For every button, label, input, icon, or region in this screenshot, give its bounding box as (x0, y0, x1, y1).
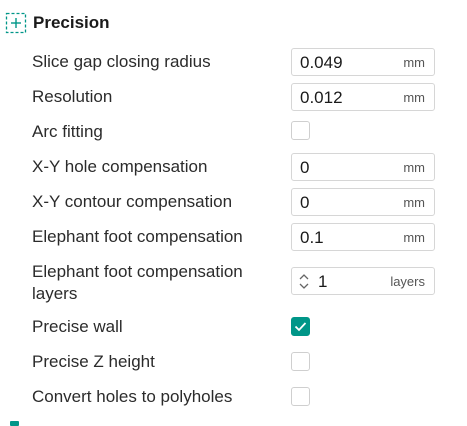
field-unit: layers (390, 274, 425, 289)
setting-label: X-Y contour compensation (32, 192, 233, 211)
setting-label: Precise Z height (32, 352, 155, 371)
arc-fitting-checkbox[interactable] (291, 121, 310, 140)
checkmark-icon (294, 322, 307, 332)
field-value: 0 (300, 158, 310, 177)
section-title: Precision (33, 13, 110, 32)
field-unit: mm (403, 230, 425, 245)
convert-holes-to-polyholes-checkbox[interactable] (291, 387, 310, 406)
field-value: 0.1 (300, 228, 324, 247)
precision-section-header: Precision (0, 0, 467, 46)
field-unit: mm (403, 160, 425, 175)
elephant-foot-layers-stepper[interactable]: 1 layers (291, 267, 435, 295)
setting-label: Convert holes to polyholes (32, 387, 233, 406)
precision-icon (5, 12, 27, 34)
field-value: 0.012 (300, 88, 343, 107)
setting-label-line1: Elephant foot compensation (32, 262, 243, 281)
spin-arrows-icon[interactable] (298, 272, 310, 291)
field-value: 0 (300, 193, 310, 212)
field-unit: mm (403, 55, 425, 70)
elephant-foot-compensation-input[interactable]: 0.1 mm (291, 223, 435, 251)
setting-label: X-Y hole compensation (32, 157, 208, 176)
setting-label: Resolution (32, 87, 113, 106)
resolution-input[interactable]: 0.012 mm (291, 83, 435, 111)
setting-label-line2: layers (32, 284, 78, 303)
xy-hole-compensation-input[interactable]: 0 mm (291, 153, 435, 181)
precise-z-height-checkbox[interactable] (291, 352, 310, 371)
field-value: 1 (318, 272, 328, 291)
next-section-icon (10, 421, 19, 426)
setting-label: Precise wall (32, 317, 123, 336)
setting-label: Slice gap closing radius (32, 52, 211, 71)
xy-contour-compensation-input[interactable]: 0 mm (291, 188, 435, 216)
field-value: 0.049 (300, 53, 343, 72)
setting-label: Arc fitting (32, 122, 103, 141)
field-unit: mm (403, 90, 425, 105)
setting-label: Elephant foot compensation (32, 227, 243, 246)
field-unit: mm (403, 195, 425, 210)
slice-gap-closing-radius-input[interactable]: 0.049 mm (291, 48, 435, 76)
precise-wall-checkbox[interactable] (291, 317, 310, 336)
